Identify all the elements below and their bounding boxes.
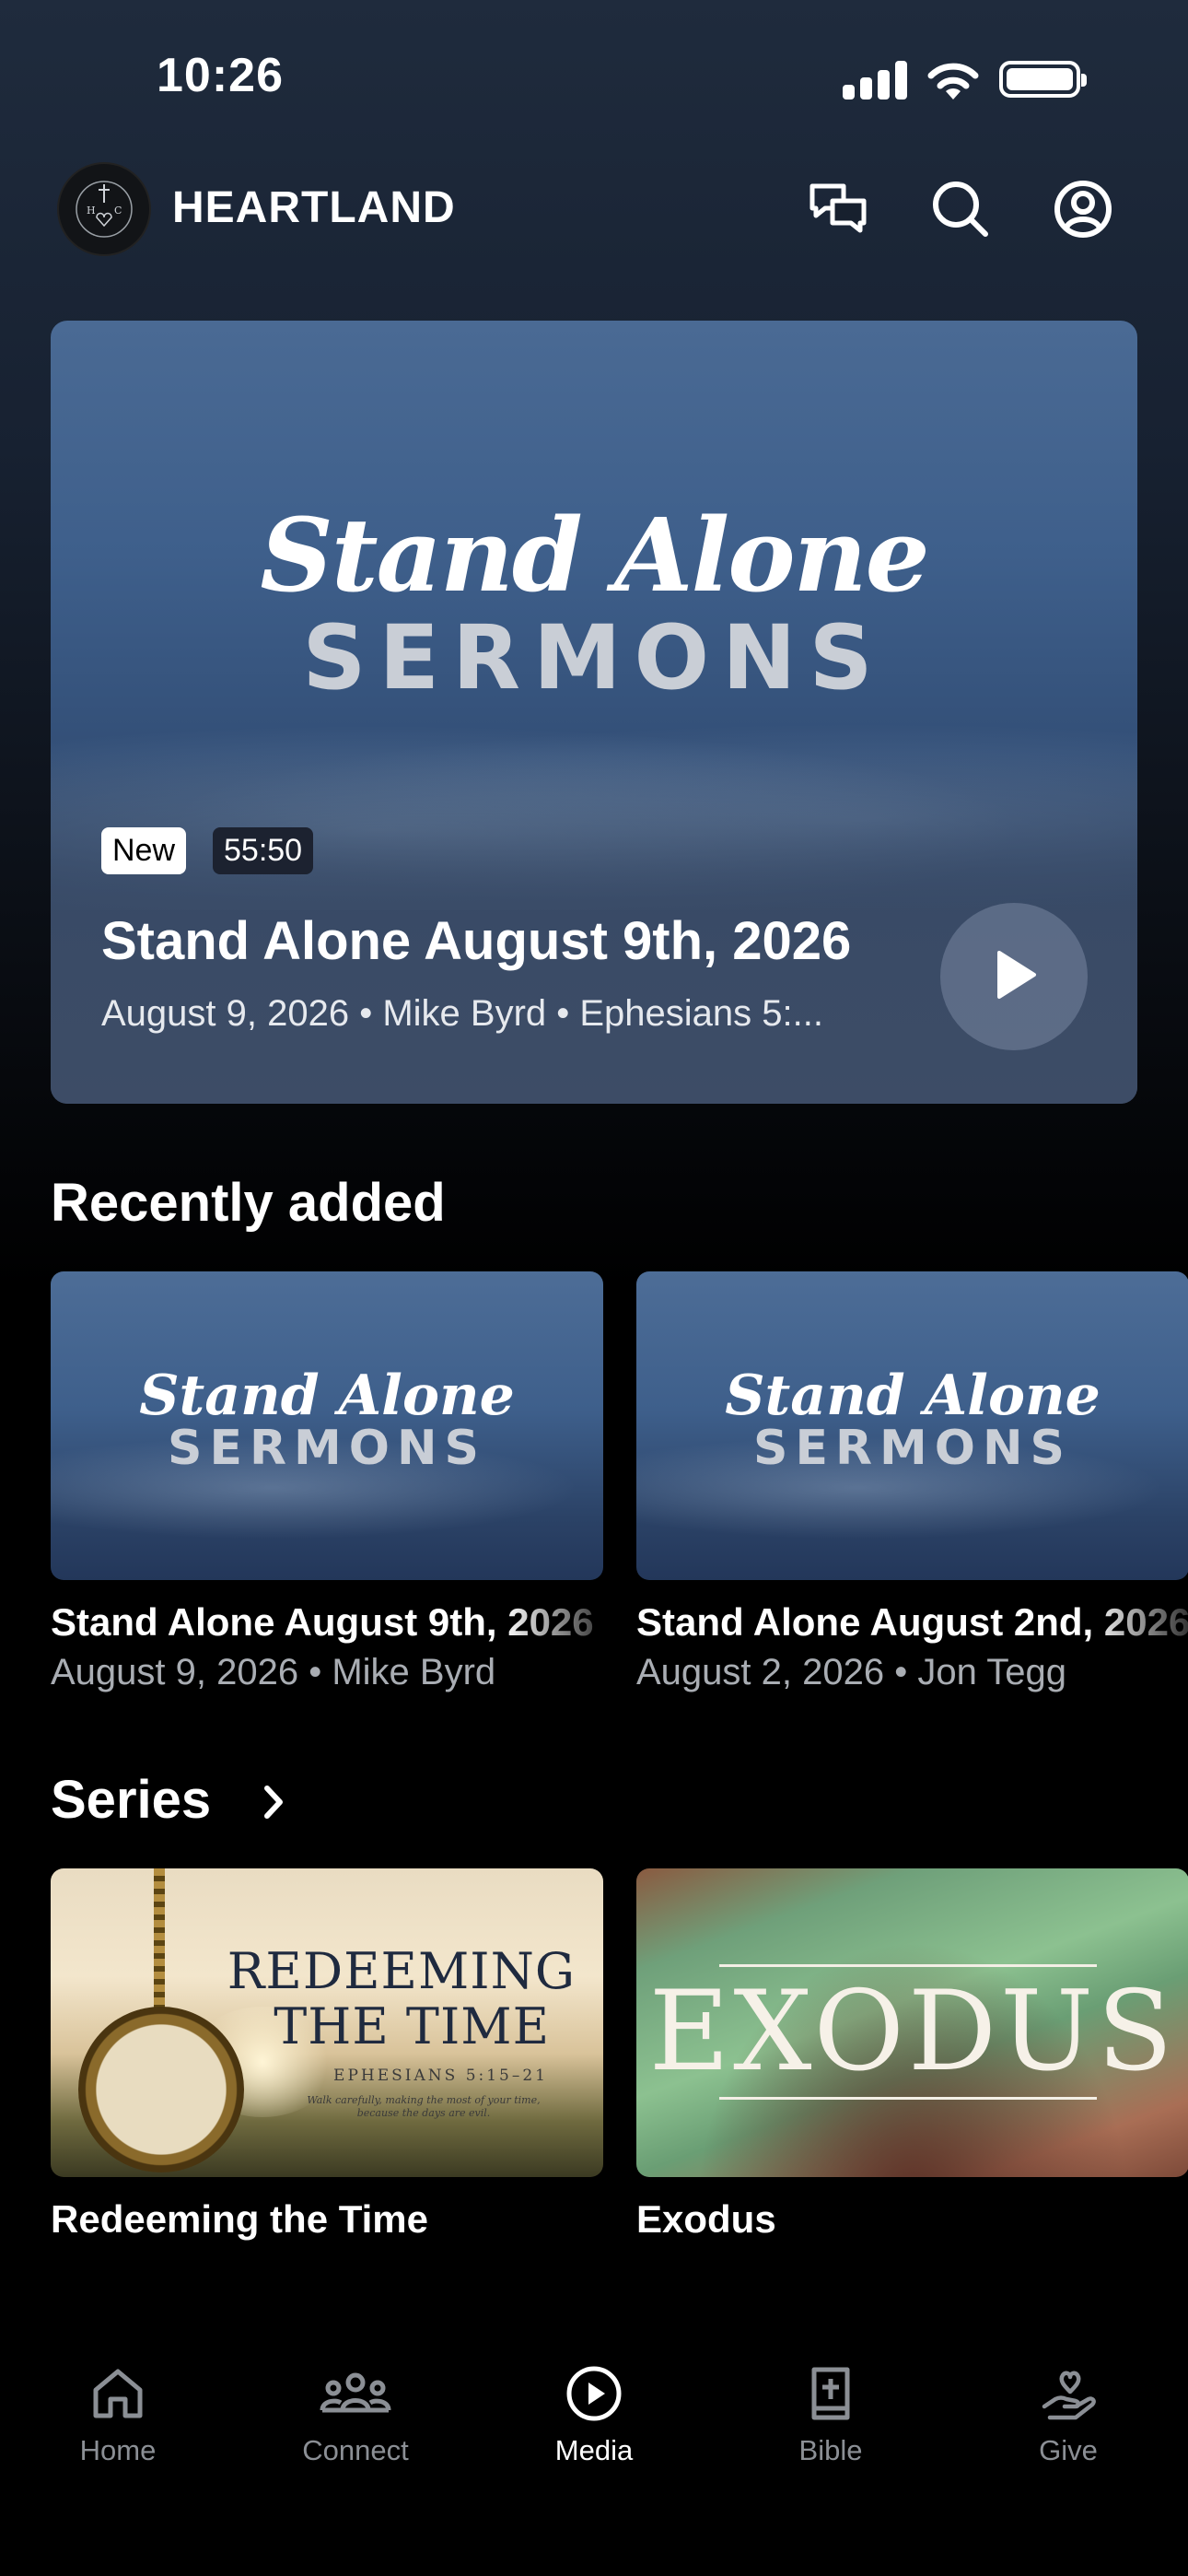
tab-bar: Home Connect Media Bible Give xyxy=(0,2322,1188,2576)
series-art-verse: Walk carefully, making the most of your … xyxy=(307,2094,541,2119)
series-art-reference: EPHESIANS 5:15–21 xyxy=(333,2067,548,2085)
search-icon[interactable] xyxy=(928,177,993,241)
pocket-watch-icon xyxy=(78,2007,244,2172)
church-logo[interactable]: H C xyxy=(59,164,149,254)
cellular-signal-icon xyxy=(843,61,907,100)
svg-text:H: H xyxy=(87,205,96,217)
thumb-art-caps: SERMONS xyxy=(753,1421,1072,1476)
tab-connect[interactable]: Connect xyxy=(263,2322,448,2467)
watch-chain xyxy=(154,1868,165,2011)
chevron-right-icon[interactable] xyxy=(260,1783,287,1821)
thumb-art-script: Stand Alone xyxy=(725,1364,1101,1428)
people-icon xyxy=(320,2372,391,2413)
chat-icon[interactable] xyxy=(807,177,871,241)
tab-label: Media xyxy=(554,2434,634,2466)
battery-icon xyxy=(999,61,1087,98)
series-art-line1: REDEEMING xyxy=(227,1942,576,2000)
recent-item-subtitle: August 9, 2026 • Mike Byrd xyxy=(51,1652,496,1692)
series-item-title: Redeeming the Time xyxy=(51,2197,428,2241)
tab-label: Home xyxy=(79,2434,157,2466)
hero-art-script: Stand Alone xyxy=(260,496,929,615)
tab-label: Bible xyxy=(798,2434,863,2466)
hero-title: Stand Alone August 9th, 2026 xyxy=(101,911,852,971)
heart-hand-icon xyxy=(1042,2371,1096,2420)
recently-added-heading: Recently added xyxy=(51,1173,446,1233)
play-circle-icon xyxy=(566,2366,622,2421)
recent-item-title: Stand Alone August 9th, 2026 xyxy=(51,1600,594,1644)
brand-name: HEARTLAND xyxy=(172,183,456,232)
home-icon xyxy=(93,2369,143,2418)
recent-item[interactable]: Stand Alone SERMONS Stand Alone August 2… xyxy=(636,1271,1188,1693)
series-thumbnail: REDEEMING THE TIME EPHESIANS 5:15–21 Wal… xyxy=(51,1868,603,2177)
exodus-rule-top xyxy=(719,1964,1097,1967)
tab-give[interactable]: Give xyxy=(976,2322,1160,2467)
new-badge: New xyxy=(101,827,187,874)
play-button[interactable] xyxy=(940,903,1088,1050)
recent-thumbnail: Stand Alone SERMONS xyxy=(636,1271,1188,1580)
hero-art-caps: SERMONS xyxy=(302,606,886,709)
hero-meta: August 9, 2026 • Mike Byrd • Ephesians 5… xyxy=(101,993,823,1034)
recent-item-title: Stand Alone August 2nd, 2026 xyxy=(636,1600,1188,1644)
series-thumbnail: EXODUS xyxy=(636,1868,1188,2177)
svg-text:C: C xyxy=(114,205,122,217)
featured-sermon-card[interactable]: Stand Alone SERMONS New 55:50 Stand Alon… xyxy=(51,321,1137,1104)
play-icon xyxy=(997,951,1036,999)
wifi-icon xyxy=(927,63,979,100)
tab-label: Give xyxy=(1039,2434,1098,2466)
exodus-rule-bottom xyxy=(719,2097,1097,2100)
recent-item-subtitle: August 2, 2026 • Jon Tegg xyxy=(636,1652,1066,1692)
status-time: 10:26 xyxy=(157,49,284,102)
series-item[interactable]: REDEEMING THE TIME EPHESIANS 5:15–21 Wal… xyxy=(51,1868,603,2242)
series-art-title: EXODUS xyxy=(648,1968,1177,2096)
duration-badge: 55:50 xyxy=(213,827,314,874)
series-item-title: Exodus xyxy=(636,2197,776,2241)
thumb-art-script: Stand Alone xyxy=(139,1364,515,1428)
logo-emblem-icon: H C xyxy=(76,181,133,238)
recent-item[interactable]: Stand Alone SERMONS Stand Alone August 9… xyxy=(51,1271,603,1693)
tab-label: Connect xyxy=(302,2434,409,2466)
bible-icon xyxy=(811,2367,850,2420)
recent-thumbnail: Stand Alone SERMONS xyxy=(51,1271,603,1580)
tab-media[interactable]: Media xyxy=(502,2322,686,2467)
series-art-line2: THE TIME xyxy=(274,1997,550,2055)
series-item[interactable]: EXODUS Exodus xyxy=(636,1868,1188,2242)
tab-bible[interactable]: Bible xyxy=(739,2322,923,2467)
profile-icon[interactable] xyxy=(1051,177,1115,241)
thumb-art-caps: SERMONS xyxy=(168,1421,486,1476)
tab-home[interactable]: Home xyxy=(26,2322,210,2467)
series-heading[interactable]: Series xyxy=(51,1769,211,1831)
